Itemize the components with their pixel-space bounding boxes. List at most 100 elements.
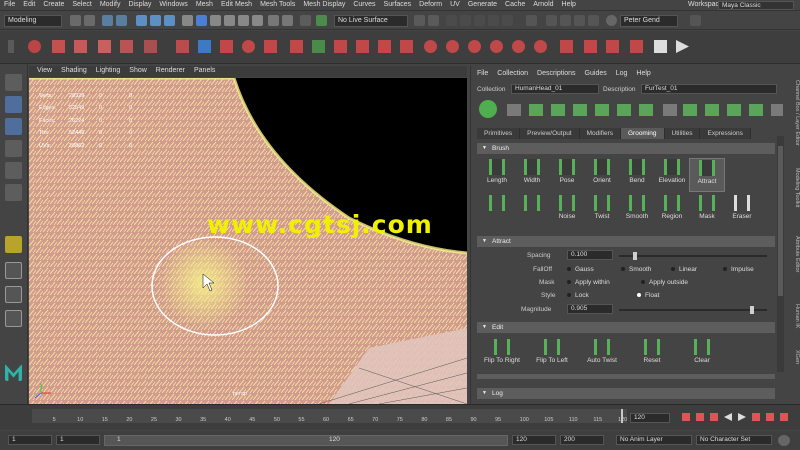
preview-eye-icon[interactable] [479, 100, 497, 118]
falloff-linear-radio[interactable]: Linear [671, 266, 697, 273]
symmetry-icon[interactable] [414, 15, 425, 26]
rebuild-icon[interactable] [639, 104, 653, 116]
redo-icon[interactable] [116, 15, 127, 26]
lasso-tool-icon[interactable] [5, 96, 22, 113]
step-back-frame-icon[interactable] [710, 413, 718, 421]
menu-uv[interactable]: UV [450, 1, 460, 8]
viewport-menu-show[interactable]: Show [129, 67, 147, 74]
playback-start-field[interactable]: 1 [56, 435, 100, 445]
menu-windows[interactable]: Windows [159, 1, 187, 8]
xgen-menu-file[interactable]: File [477, 70, 488, 77]
brush-length[interactable]: Length [479, 158, 515, 192]
style-lock-radio[interactable]: Lock [567, 292, 589, 299]
brush-twist[interactable]: Twist [584, 194, 620, 228]
shelf-tool-icon[interactable] [468, 40, 481, 53]
shelf-tool-icon[interactable] [378, 40, 391, 53]
mask-apply-within-radio[interactable]: Apply within [567, 279, 610, 286]
shelf-tool-icon[interactable] [490, 40, 503, 53]
time-slider[interactable]: 5 10 15 20 25 30 35 40 45 50 55 60 65 70 75 80 85 90 95 100… [0, 404, 800, 430]
edit-flip-to-right-button[interactable]: Flip To Right [479, 338, 525, 372]
menu-edit-mesh[interactable]: Edit Mesh [221, 1, 252, 8]
modeling-toolkit-icon[interactable] [546, 15, 557, 26]
xgen-menu-log[interactable]: Log [616, 70, 628, 77]
menu-deform[interactable]: Deform [419, 1, 442, 8]
menu-create[interactable]: Create [43, 1, 64, 8]
step-forward-frame-icon[interactable] [752, 413, 760, 421]
viewport-menu-renderer[interactable]: Renderer [156, 67, 185, 74]
playback-end-field[interactable]: 120 [512, 435, 556, 445]
make-live-icon[interactable] [316, 15, 327, 26]
playback-prefs-icon[interactable] [778, 435, 790, 446]
shelf-tool-icon[interactable] [264, 40, 277, 53]
style-float-radio[interactable]: Float [637, 292, 659, 299]
move-tool-icon[interactable] [5, 140, 22, 157]
brush-attract[interactable]: Attract [689, 158, 725, 192]
current-time-indicator[interactable] [621, 409, 623, 423]
select-component-icon[interactable] [164, 15, 175, 26]
spacing-slider-handle[interactable] [633, 252, 637, 260]
shelf-tabs-icon[interactable] [8, 40, 14, 53]
ipr-render-icon[interactable] [474, 15, 485, 26]
construction-history-icon[interactable] [300, 15, 311, 26]
soft-select-icon[interactable] [428, 15, 439, 26]
shelf-tool-icon[interactable] [52, 40, 65, 53]
attribute-editor-icon[interactable] [574, 15, 585, 26]
edit-section-header[interactable]: Edit [477, 322, 775, 333]
menu-curves[interactable]: Curves [353, 1, 375, 8]
play-icon[interactable] [676, 40, 689, 53]
step-forward-key-icon[interactable] [766, 413, 774, 421]
falloff-smooth-radio[interactable]: Smooth [621, 266, 651, 273]
panel-scrollbar[interactable] [777, 136, 784, 372]
utilities-icon[interactable] [749, 104, 763, 116]
save-icon[interactable] [84, 15, 95, 26]
guides-icon[interactable] [529, 104, 543, 116]
shelf-tool-icon[interactable] [176, 40, 189, 53]
mask-apply-outside-radio[interactable]: Apply outside [641, 279, 688, 286]
workspace-dropdown[interactable]: Maya Classic [718, 1, 794, 10]
rotate-tool-icon[interactable] [5, 162, 22, 179]
render-view-icon[interactable] [460, 15, 471, 26]
clear-preview-icon[interactable] [507, 104, 521, 116]
play-forward-icon[interactable] [738, 413, 746, 421]
menu-arnold[interactable]: Arnold [533, 1, 553, 8]
scrollbar-thumb[interactable] [778, 146, 783, 296]
brush-extra[interactable] [514, 194, 550, 228]
tool-settings-icon[interactable] [588, 15, 599, 26]
shelf-tool-icon[interactable] [290, 40, 303, 53]
last-tool-icon[interactable] [5, 236, 22, 253]
timeline-ruler[interactable]: 5 10 15 20 25 30 35 40 45 50 55 60 65 70 75 80 85 90 95 100… [32, 409, 627, 423]
shelf-tool-icon[interactable] [512, 40, 525, 53]
shelf-tool-icon[interactable] [198, 40, 211, 53]
menu-help[interactable]: Help [562, 1, 576, 8]
search-icon[interactable] [690, 15, 701, 26]
shelf-tool-icon[interactable] [606, 40, 619, 53]
menu-mesh-display[interactable]: Mesh Display [303, 1, 345, 8]
snap-point-icon[interactable] [210, 15, 221, 26]
range-slider[interactable]: 1 120 [104, 435, 508, 446]
menu-surfaces[interactable]: Surfaces [384, 1, 412, 8]
edit-flip-to-left-button[interactable]: Flip To Left [529, 338, 575, 372]
menu-display[interactable]: Display [128, 1, 151, 8]
brush-orient[interactable]: Orient [584, 158, 620, 192]
menu-set-dropdown[interactable]: Modeling [4, 15, 62, 27]
tab-expressions[interactable]: Expressions [700, 128, 751, 139]
magnitude-slider-handle[interactable] [750, 306, 754, 314]
edit-clear-button[interactable]: Clear [679, 338, 725, 372]
help-icon[interactable] [771, 104, 783, 116]
shelf-tool-icon[interactable] [424, 40, 437, 53]
shelf-tool-icon[interactable] [144, 40, 157, 53]
menu-mesh[interactable]: Mesh [196, 1, 213, 8]
falloff-gauss-radio[interactable]: Gauss [567, 266, 594, 273]
layout-icon[interactable] [5, 310, 22, 327]
log-section-header[interactable]: Log [477, 388, 775, 399]
sculpt-guide-icon[interactable] [595, 104, 609, 116]
go-to-start-icon[interactable] [682, 413, 690, 421]
side-tab-xgen[interactable]: XGen [787, 350, 800, 364]
brush-mask[interactable]: Mask [689, 194, 725, 228]
select-guide-icon[interactable] [573, 104, 587, 116]
menu-edit[interactable]: Edit [23, 1, 35, 8]
attract-section-header[interactable]: Attract [477, 236, 775, 247]
xgen-menu-help[interactable]: Help [636, 70, 650, 77]
menu-modify[interactable]: Modify [100, 1, 121, 8]
shelf-tool-icon[interactable] [312, 40, 325, 53]
